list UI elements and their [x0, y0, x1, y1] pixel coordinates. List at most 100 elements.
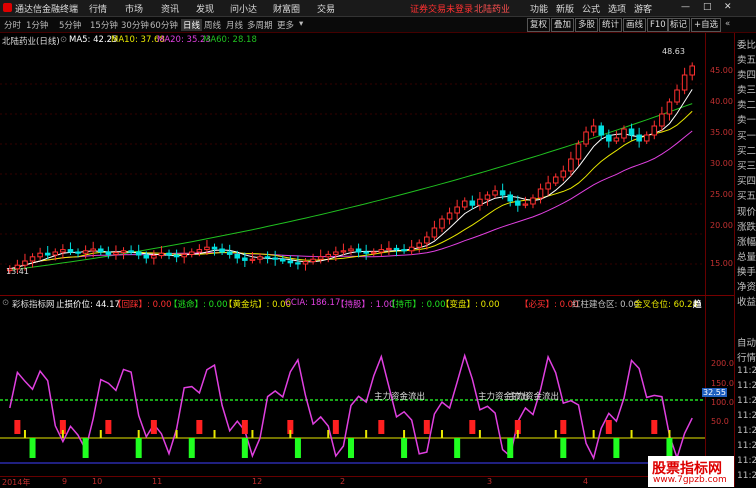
signal-bar-green	[507, 438, 514, 458]
candle-body	[469, 200, 476, 206]
mark-button[interactable]: 标记	[667, 18, 691, 32]
draw-line-button[interactable]: 画线	[623, 18, 647, 32]
menu-item-ask[interactable]: 问小达	[230, 2, 257, 15]
menu-item-quote[interactable]: 行情	[89, 2, 107, 15]
volume-label: 总量	[737, 252, 756, 263]
quote-label[interactable]: 行情	[737, 350, 756, 364]
indicator-tick: 150.0	[711, 379, 734, 388]
minimize-icon[interactable]: —	[681, 2, 690, 12]
time-tick: 9	[62, 477, 68, 486]
candle-body	[590, 125, 597, 133]
low-price-label: 13.41	[6, 267, 29, 276]
candle-body	[621, 128, 627, 139]
indicator-settings-icon[interactable]: ⊙	[2, 298, 9, 308]
more-dropdown-icon[interactable]: ▾	[299, 19, 303, 29]
ccia-label: CCIA: 186.17	[285, 298, 341, 308]
change-pct-label: 涨幅	[737, 237, 756, 248]
signal-bar-yellow	[289, 430, 292, 438]
period-tab-5min[interactable]: 5分钟	[59, 19, 81, 31]
menu-item-wealth[interactable]: 财富圈	[273, 2, 300, 15]
indicator-chart[interactable]	[0, 310, 705, 476]
signal-bar-yellow	[668, 430, 671, 438]
adjust-button[interactable]: 复权	[527, 18, 551, 32]
statistics-button[interactable]: 统计	[599, 18, 623, 32]
signal-bar-red	[469, 420, 476, 434]
signal-bar-red	[14, 420, 21, 434]
login-warning[interactable]: 证券交易未登录	[410, 2, 473, 15]
candle-body	[515, 200, 521, 206]
signal-bar-red	[332, 420, 339, 434]
multi-stock-button[interactable]: 多股	[575, 18, 599, 32]
ask2-label: 卖二	[737, 100, 756, 111]
signal-bar-green	[454, 438, 461, 458]
time-tick: 12	[252, 477, 263, 486]
candle-body	[439, 218, 445, 229]
period-tab-weekly[interactable]: 周线	[204, 19, 221, 31]
candle-body	[370, 251, 377, 254]
ask3-label: 卖三	[737, 85, 756, 96]
signal-bar-red	[378, 420, 385, 434]
menu-item-news[interactable]: 资讯	[161, 2, 179, 15]
period-tab-1min[interactable]: 1分钟	[26, 19, 48, 31]
high-price-label: 48.63	[662, 47, 685, 56]
f10-button[interactable]: F10	[647, 18, 669, 32]
period-tab-60min[interactable]: 60分钟	[150, 19, 178, 31]
candle-body	[52, 251, 59, 256]
candle-body	[340, 250, 347, 253]
auto-label[interactable]: 自动	[737, 335, 756, 349]
signal-bar-green	[294, 438, 301, 458]
menu-new-version[interactable]: 新版	[556, 2, 574, 15]
period-tab-multi[interactable]: 多周期	[247, 19, 273, 31]
add-watchlist-button[interactable]: +自选	[691, 18, 722, 32]
ask1-label: 卖一	[737, 115, 756, 126]
indicator-tick: 50.0	[711, 417, 729, 426]
menu-formula[interactable]: 公式	[582, 2, 600, 15]
ma5-line	[9, 89, 693, 270]
candlestick-chart[interactable]	[0, 46, 705, 292]
period-tab-more[interactable]: 更多	[277, 19, 294, 31]
candle-body	[522, 203, 529, 206]
capital-outflow-annotation: 主力资金流出	[508, 392, 560, 402]
must-buy-label: 【必买】: 0.00	[520, 300, 579, 310]
menu-function[interactable]: 功能	[530, 2, 548, 15]
overlay-button[interactable]: 叠加	[551, 18, 575, 32]
time-tick: 11	[152, 477, 163, 486]
price-axis: 45.00 40.00 35.00 30.00 25.00 20.00 15.0…	[705, 33, 735, 295]
period-tab-30min[interactable]: 30分钟	[121, 19, 149, 31]
ask4-label: 卖四	[737, 70, 756, 81]
candle-body	[628, 128, 635, 136]
period-tab-tick[interactable]: 分时	[4, 19, 21, 31]
period-tab-15min[interactable]: 15分钟	[90, 19, 118, 31]
stock-name: 北陆药业	[474, 5, 511, 15]
hold-stock-label: 【持股】: 1.00	[336, 300, 395, 310]
stop-loss-label: 止损价位: 44.17	[56, 300, 120, 310]
candle-body	[598, 125, 604, 136]
collapse-icon[interactable]: «	[725, 19, 730, 29]
signal-bar-yellow	[365, 430, 368, 438]
indicator-name[interactable]: 彩标指标网	[12, 298, 55, 310]
candle-body	[98, 248, 104, 253]
candle-body	[302, 261, 309, 265]
menu-options[interactable]: 选项	[608, 2, 626, 15]
maximize-icon[interactable]: □	[703, 2, 712, 12]
indicator-axis: 200.0 150.0 100.0 50.0 32.55	[702, 296, 735, 476]
signal-bar-green	[29, 438, 36, 458]
red-bar-label: 红柱建仓区: 0.00	[572, 300, 639, 310]
period-tab-daily[interactable]: 日线	[181, 19, 203, 31]
candle-body	[643, 134, 650, 142]
time-tick: 3	[487, 477, 493, 486]
tick-time: 11:29	[737, 381, 756, 391]
menu-item-trade[interactable]: 交易	[317, 2, 335, 15]
signal-bar-red	[241, 420, 248, 434]
menu-item-discover[interactable]: 发现	[196, 2, 214, 15]
ma-settings-icon[interactable]: ⊙	[60, 35, 67, 45]
price-tick: 25.00	[710, 190, 733, 199]
signal-bar-green	[348, 438, 354, 458]
candle-body	[674, 89, 680, 103]
candle-body	[151, 255, 157, 259]
menu-guest[interactable]: 游客	[634, 2, 652, 15]
period-tab-monthly[interactable]: 月线	[226, 19, 243, 31]
close-icon[interactable]: ✕	[724, 2, 732, 12]
candle-body	[204, 246, 210, 251]
menu-item-market[interactable]: 市场	[125, 2, 143, 15]
